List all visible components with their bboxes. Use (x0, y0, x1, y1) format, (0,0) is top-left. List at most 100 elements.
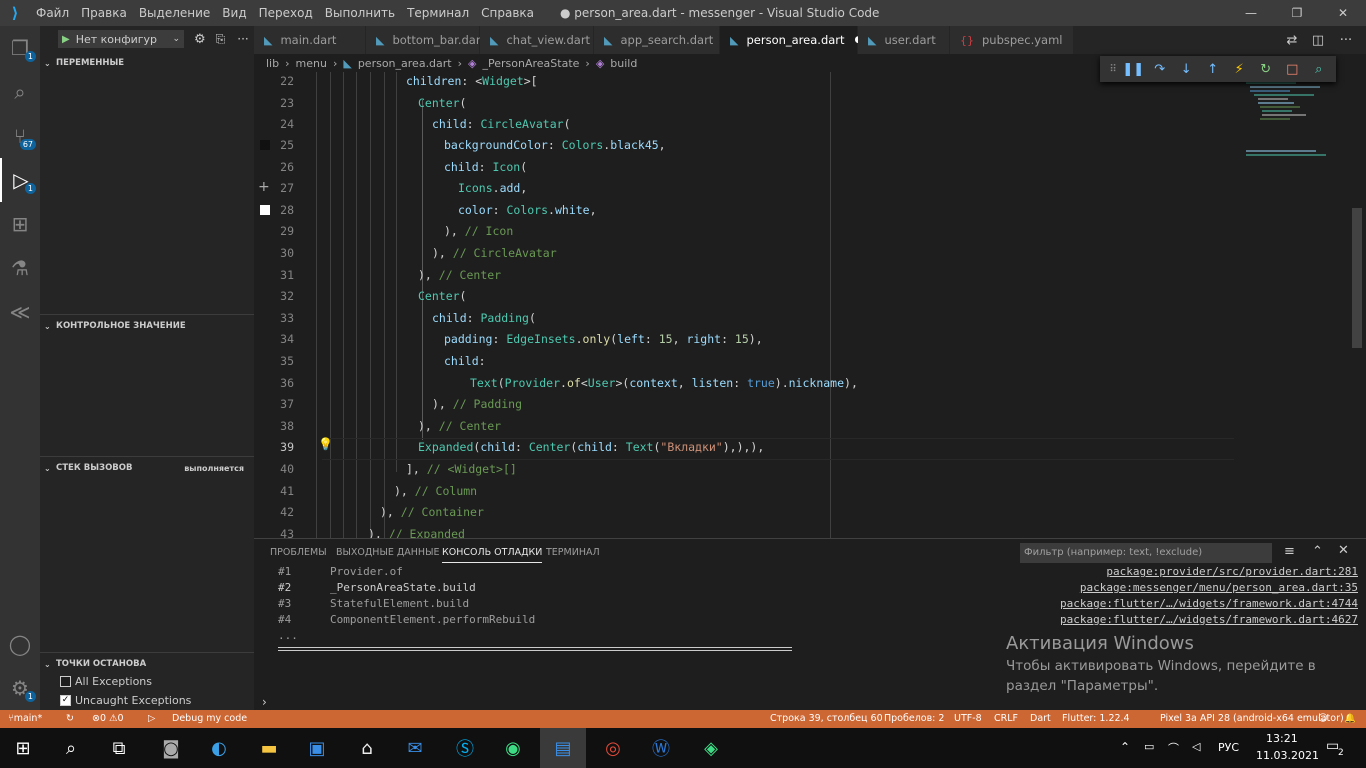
restart-icon[interactable]: ↻ (1253, 62, 1280, 77)
edge-icon[interactable]: ◐ (196, 728, 242, 768)
device-selector[interactable]: Pixel 3a API 28 (android-x64 emulator) (1160, 710, 1344, 728)
app-icon[interactable]: ▣ (294, 728, 340, 768)
start-debug-icon[interactable]: ▶ (62, 34, 70, 45)
task-view-icon[interactable]: ⧉ (96, 728, 142, 768)
menu-view[interactable]: Вид (216, 0, 252, 26)
debug-config-select[interactable]: ▶ Нет конфигур ⌄ (58, 30, 184, 48)
restore-icon[interactable]: ❐ (1274, 0, 1320, 26)
close-icon[interactable]: ✕ (1320, 0, 1366, 26)
indentation[interactable]: Пробелов: 2 (884, 710, 944, 728)
drag-handle-icon[interactable]: ⠿ (1106, 64, 1120, 75)
tab-chat-view[interactable]: ◣ chat_view.dart (480, 26, 594, 54)
chevron-up-icon[interactable]: ⌃ (1120, 740, 1130, 754)
crumb-file[interactable]: person_area.dart (358, 57, 452, 70)
search-icon[interactable]: ⌕ (48, 728, 94, 768)
debug-config-status[interactable]: Debug my code (172, 710, 247, 728)
store-icon[interactable]: ⌂ (344, 728, 390, 768)
chrome-icon[interactable]: ◎ (590, 728, 636, 768)
bp-uncaught-exceptions[interactable]: ✓ Uncaught Exceptions (60, 694, 191, 707)
menu-help[interactable]: Справка (475, 0, 540, 26)
devtools-search-icon[interactable]: ⌕ (1306, 62, 1333, 77)
checkbox-unchecked[interactable] (60, 676, 71, 687)
language-mode[interactable]: Dart (1030, 710, 1051, 728)
source-control-icon[interactable]: ⑂ 67 (0, 114, 40, 158)
notifications-icon[interactable]: 🔔 (1344, 710, 1356, 728)
code-editor[interactable]: 22 23 24 25 26 27 28 29 30 31 32 33 34 3… (254, 72, 1366, 538)
bp-all-exceptions[interactable]: All Exceptions (60, 675, 152, 688)
menu-go[interactable]: Переход (253, 0, 319, 26)
file-explorer-icon[interactable]: ▬ (246, 728, 292, 768)
camera-app-icon[interactable]: ◙ (148, 728, 194, 768)
app-green-icon[interactable]: ◈ (688, 728, 734, 768)
crumb-class[interactable]: _PersonAreaState (483, 57, 580, 70)
watch-header[interactable]: ⌄ КОНТРОЛЬНОЕ ЗНАЧЕНИЕ (40, 315, 254, 337)
tab-app-search[interactable]: ◣ app_search.dart (594, 26, 720, 54)
android-studio-icon[interactable]: ◉ (490, 728, 536, 768)
tab-terminal[interactable]: ТЕРМИНАЛ (546, 547, 600, 558)
close-panel-icon[interactable]: ✕ (1338, 543, 1349, 558)
step-into-icon[interactable]: ↓ (1173, 62, 1200, 77)
clock-date[interactable]: 11.03.2021 (1256, 749, 1319, 762)
tab-pubspec[interactable]: {} pubspec.yaml (950, 26, 1074, 54)
tab-main[interactable]: ◣ main.dart (254, 26, 366, 54)
tab-debug-console[interactable]: КОНСОЛЬ ОТЛАДКИ (442, 547, 543, 563)
minimize-icon[interactable]: — (1228, 0, 1274, 26)
stack-link[interactable]: package:flutter/…/widgets/framework.dart… (1060, 597, 1358, 610)
console-prompt-icon[interactable]: › (262, 695, 267, 709)
word-icon[interactable]: Ⓦ (638, 728, 684, 768)
lightbulb-icon[interactable]: 💡 (318, 437, 333, 451)
battery-icon[interactable]: ▭ (1144, 740, 1154, 753)
tab-output[interactable]: ВЫХОДНЫЕ ДАННЫЕ (336, 547, 439, 558)
gear-icon[interactable]: ⚙ (194, 32, 206, 47)
hot-reload-icon[interactable]: ⚡ (1226, 62, 1253, 77)
callstack-header[interactable]: ⌄ СТЕК ВЫЗОВОВ выполняется (40, 457, 254, 479)
run-debug-icon[interactable]: ▷ 1 (0, 158, 40, 202)
search-icon[interactable]: ⌕ (0, 70, 40, 114)
menu-file[interactable]: Файл (30, 0, 75, 26)
account-icon[interactable]: ◯ (0, 622, 40, 666)
flutter-version[interactable]: Flutter: 1.22.4 (1062, 710, 1130, 728)
debug-console-icon[interactable]: ⎘ (216, 32, 226, 47)
variables-header[interactable]: ⌄ ПЕРЕМЕННЫЕ (40, 52, 254, 74)
stack-link[interactable]: package:flutter/…/widgets/framework.dart… (1060, 613, 1358, 626)
tab-person-area[interactable]: ◣person_area.dart● (720, 26, 862, 54)
sync-icon[interactable]: ↻ (66, 710, 74, 728)
manage-gear-icon[interactable]: ⚙ 1 (0, 666, 40, 710)
breakpoints-header[interactable]: ⌄ ТОЧКИ ОСТАНОВА (40, 653, 254, 675)
stop-icon[interactable]: □ (1279, 62, 1306, 77)
maximize-panel-icon[interactable]: ⌃ (1312, 544, 1323, 559)
explorer-icon[interactable]: ❐ 1 (0, 26, 40, 70)
encoding[interactable]: UTF-8 (954, 710, 982, 728)
more-actions-icon[interactable]: ··· (1334, 26, 1358, 54)
windows-start-icon[interactable]: ⊞ (0, 728, 46, 768)
volume-icon[interactable]: ◁ (1192, 740, 1200, 753)
problems-status[interactable]: ⊗0 ⚠0 (92, 710, 124, 728)
tab-problems[interactable]: ПРОБЛЕМЫ (270, 547, 327, 558)
checkbox-checked-icon[interactable]: ✓ (60, 695, 71, 706)
menu-edit[interactable]: Правка (75, 0, 133, 26)
flutter-outline-icon[interactable]: ≪ (0, 290, 40, 334)
scrollbar-thumb[interactable] (1352, 208, 1362, 348)
branch-status[interactable]: ⑂ main* (8, 710, 42, 728)
crumb-lib[interactable]: lib (266, 57, 279, 70)
step-out-icon[interactable]: ↑ (1200, 62, 1227, 77)
pause-icon[interactable]: ❚❚ (1120, 62, 1147, 77)
network-icon[interactable]: ⌒ (1168, 740, 1179, 756)
mail-icon[interactable]: ✉ (392, 728, 438, 768)
tab-user[interactable]: ◣ user.dart (858, 26, 950, 54)
stack-link[interactable]: package:provider/src/provider.dart:281 (1106, 565, 1358, 578)
compare-icon[interactable]: ⇄ (1280, 26, 1304, 54)
minimap[interactable] (1240, 80, 1330, 190)
console-filter-input[interactable]: Фильтр (например: text, !exclude) (1020, 543, 1272, 563)
crumb-method[interactable]: build (610, 57, 637, 70)
extensions-icon[interactable]: ⊞ (0, 202, 40, 246)
color-swatch-black45[interactable] (260, 140, 270, 150)
tab-bottom-bar[interactable]: ◣ bottom_bar.dart (366, 26, 485, 54)
testing-icon[interactable]: ⚗ (0, 246, 40, 290)
more-icon[interactable]: ··· (237, 32, 248, 46)
split-editor-icon[interactable]: ◫ (1306, 26, 1330, 54)
input-language[interactable]: РУС (1218, 741, 1239, 754)
menu-selection[interactable]: Выделение (133, 0, 216, 26)
stack-link[interactable]: package:messenger/menu/person_area.dart:… (1080, 581, 1358, 594)
color-swatch-white[interactable] (260, 205, 270, 215)
